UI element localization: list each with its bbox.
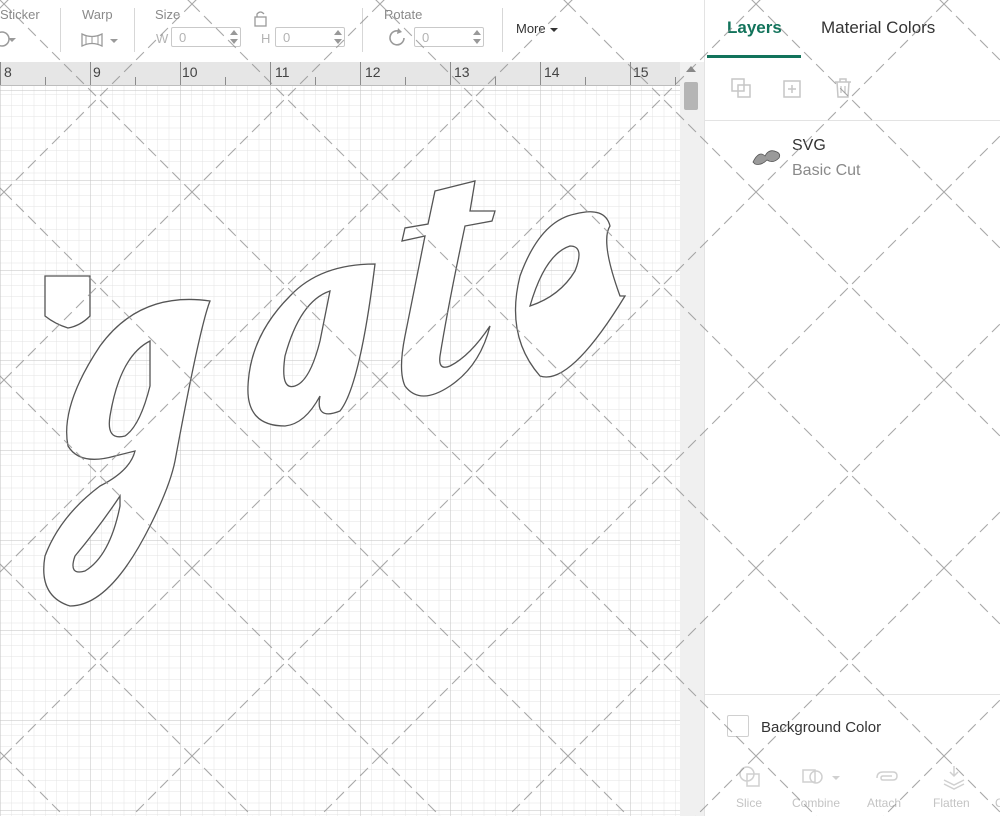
rotate-input[interactable]: 0 [414, 27, 484, 47]
letter-e[interactable] [514, 211, 627, 378]
group-icon[interactable] [729, 76, 753, 100]
background-color-swatch[interactable] [727, 715, 749, 737]
ruler-tick [315, 77, 316, 85]
ruler-number: 13 [454, 64, 470, 80]
ruler-tick [360, 62, 361, 85]
rotate-icon[interactable] [385, 26, 409, 50]
slice-button[interactable]: Slice [736, 796, 762, 810]
horizontal-ruler: 8 9 10 11 12 13 14 15 [0, 62, 680, 86]
duplicate-icon[interactable] [781, 76, 805, 100]
ruler-number: 15 [633, 64, 649, 80]
tab-layers[interactable]: Layers [727, 18, 782, 38]
width-value: 0 [179, 30, 187, 45]
background-color-row: Background Color [705, 694, 1000, 757]
size-label: Size [155, 7, 181, 22]
height-stepper-icon[interactable] [334, 30, 342, 44]
sticker-label: Sticker [0, 7, 40, 22]
layer-actions [705, 62, 1000, 121]
height-value: 0 [283, 30, 291, 45]
delete-icon[interactable] [831, 76, 855, 100]
attach-icon[interactable] [873, 764, 899, 790]
ruler-tick [495, 77, 496, 85]
ruler-tick [630, 62, 631, 85]
rotate-value: 0 [422, 30, 430, 45]
ruler-tick [0, 62, 1, 85]
layer-operation: Basic Cut [792, 162, 861, 179]
ruler-tick [180, 62, 181, 85]
flatten-icon[interactable] [941, 764, 967, 790]
width-input[interactable]: 0 [171, 27, 241, 47]
ruler-tick [270, 62, 271, 85]
ruler-tick [90, 62, 91, 85]
caret-down-icon [550, 27, 559, 32]
bottom-toolbar: Slice Combine Attach Flatten C [705, 756, 1000, 816]
more-label: More [516, 21, 546, 36]
ruler-number: 9 [93, 64, 101, 80]
contour-button[interactable]: C [995, 796, 1000, 810]
letter-g[interactable] [43, 298, 211, 607]
design-canvas[interactable] [0, 86, 680, 816]
rotate-label: Rotate [384, 7, 423, 22]
ruler-tick [675, 77, 676, 85]
tab-material-colors[interactable]: Material Colors [821, 18, 935, 38]
layer-thumbnail-icon [752, 150, 781, 165]
toolbar-divider [362, 8, 363, 52]
ruler-tick [540, 62, 541, 85]
ruler-tick [405, 77, 406, 85]
canvas-scrollbar[interactable] [680, 62, 704, 816]
combine-button[interactable]: Combine [792, 796, 840, 810]
sticker-icon[interactable] [0, 30, 24, 50]
gate-design[interactable] [0, 86, 680, 816]
ruler-number: 14 [544, 64, 560, 80]
ruler-tick [450, 62, 451, 85]
letter-a[interactable] [247, 263, 376, 427]
slice-icon[interactable] [737, 764, 763, 790]
ruler-tick [585, 77, 586, 85]
ruler-number: 10 [182, 64, 198, 80]
rotate-stepper-icon[interactable] [473, 30, 481, 44]
warp-label: Warp [82, 7, 113, 22]
warp-icon[interactable] [80, 30, 120, 50]
ruler-number: 11 [275, 64, 290, 80]
chevron-down-icon [832, 776, 840, 780]
height-letter: H [261, 31, 271, 46]
ruler-tick [45, 77, 46, 85]
width-stepper-icon[interactable] [230, 30, 238, 44]
toolbar-divider [502, 8, 503, 52]
ruler-tick [225, 77, 226, 85]
width-letter: W [156, 31, 169, 46]
height-input[interactable]: 0 [275, 27, 345, 47]
combine-icon[interactable] [801, 764, 827, 790]
letter-t[interactable] [400, 180, 496, 397]
toolbar-divider [134, 8, 135, 52]
lock-icon[interactable] [251, 10, 271, 28]
active-tab-indicator [707, 55, 801, 58]
flatten-button[interactable]: Flatten [933, 796, 970, 810]
background-color-label: Background Color [761, 719, 882, 736]
scroll-up-icon[interactable] [686, 66, 696, 72]
toolbar-divider [60, 8, 61, 52]
ruler-tick [135, 77, 136, 85]
attach-button[interactable]: Attach [867, 796, 901, 810]
edit-toolbar: Sticker Warp Size W 0 H 0 Rotate 0 More [0, 0, 704, 62]
scrollbar-thumb[interactable] [684, 82, 698, 110]
tag-shape[interactable] [44, 275, 91, 329]
ruler-number: 12 [365, 64, 381, 80]
layer-name: SVG [792, 137, 826, 154]
ruler-number: 8 [4, 64, 12, 80]
more-button[interactable]: More [516, 21, 559, 36]
layers-panel: Layers Material Colors SVG Basic Cut Bac… [704, 0, 1000, 816]
